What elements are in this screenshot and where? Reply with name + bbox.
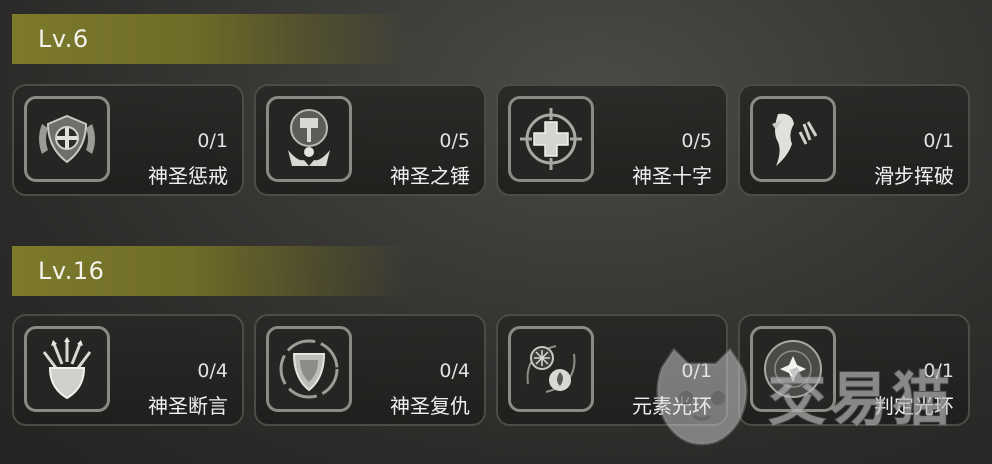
skill-count: 0/4: [197, 360, 228, 382]
skill-icon-frame: [266, 326, 352, 412]
slide-strike-icon: [772, 113, 818, 166]
skill-count: 0/1: [923, 360, 954, 382]
skill-name: 滑步挥破: [874, 164, 954, 188]
shield-cross-icon: [39, 114, 95, 164]
skill-name: 神圣之锤: [390, 164, 470, 188]
skill-card[interactable]: 0/5 神圣之锤: [254, 84, 486, 196]
skill-card[interactable]: 0/4 神圣复仇: [254, 314, 486, 426]
skill-name: 神圣断言: [148, 394, 228, 418]
skill-icon-frame: [24, 326, 110, 412]
skill-icon-frame: [266, 96, 352, 182]
elemental-aura-icon: [526, 345, 576, 393]
level-label: Lv.16: [38, 257, 105, 285]
skill-icon-frame: [508, 326, 594, 412]
skill-count: 0/1: [681, 360, 712, 382]
level-header-lv16: Lv.16: [12, 246, 412, 296]
holy-cross-icon: [520, 108, 582, 170]
skill-icon-frame: [750, 326, 836, 412]
skill-count: 0/1: [923, 130, 954, 152]
star-aura-icon: [764, 340, 822, 398]
skill-count: 0/4: [439, 360, 470, 382]
skill-name: 神圣复仇: [390, 394, 470, 418]
shield-swirl-icon: [279, 339, 339, 399]
skill-count: 0/1: [197, 130, 228, 152]
skill-card[interactable]: 0/1 神圣惩戒: [12, 84, 244, 196]
skill-card[interactable]: 0/1 判定光环: [738, 314, 970, 426]
skill-count: 0/5: [439, 130, 470, 152]
skill-icon-frame: [750, 96, 836, 182]
skill-card[interactable]: 0/1 滑步挥破: [738, 84, 970, 196]
hammer-icon: [288, 109, 330, 166]
skill-name: 元素光环: [632, 394, 712, 418]
skill-name: 神圣十字: [632, 164, 712, 188]
level-header-lv6: Lv.6: [12, 14, 412, 64]
skill-count: 0/5: [681, 130, 712, 152]
skill-icon-frame: [24, 96, 110, 182]
shield-arrows-icon: [42, 337, 92, 400]
skill-name: 判定光环: [874, 394, 954, 418]
skill-icon-frame: [508, 96, 594, 182]
level-label: Lv.6: [38, 25, 89, 53]
skill-card[interactable]: 0/5 神圣十字: [496, 84, 728, 196]
skill-card[interactable]: 0/4 神圣断言: [12, 314, 244, 426]
skill-card[interactable]: 0/1 元素光环: [496, 314, 728, 426]
skill-name: 神圣惩戒: [148, 164, 228, 188]
